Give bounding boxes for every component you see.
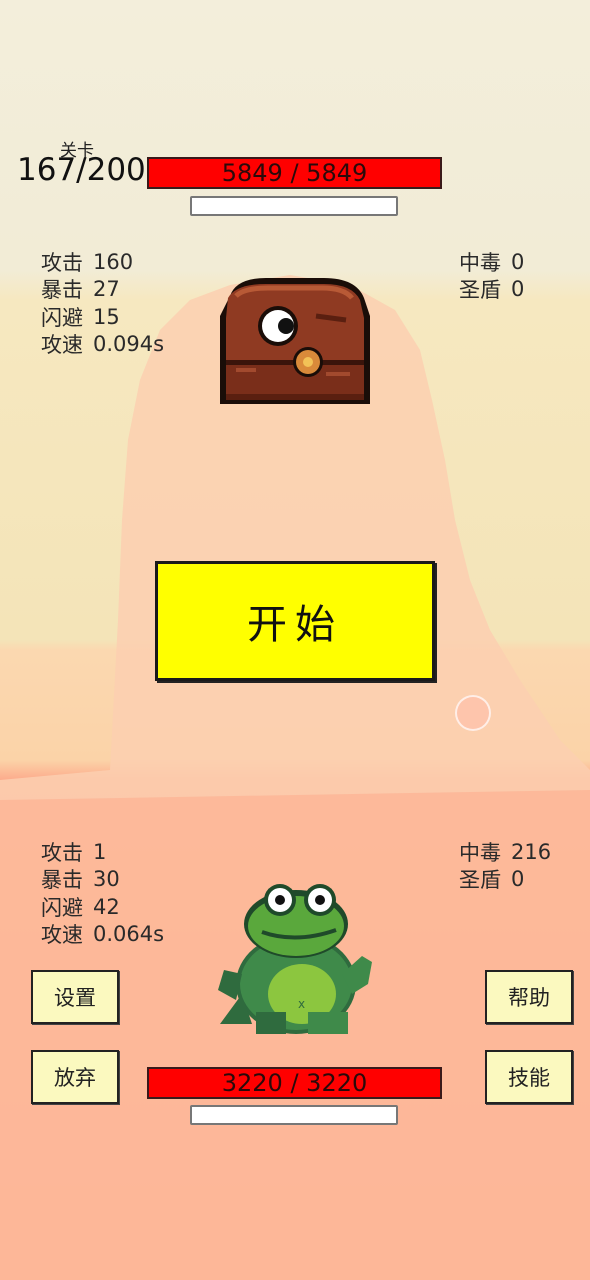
- stat-label: 闪避: [41, 305, 83, 330]
- svg-text:x: x: [298, 997, 305, 1011]
- frog-icon: x: [218, 884, 372, 1034]
- enemy-hp-bar: 5849 / 5849: [147, 157, 442, 189]
- stat-row: 闪避 42: [41, 893, 164, 921]
- stat-value: 30: [93, 867, 120, 892]
- stat-row: 圣盾 0: [459, 866, 551, 894]
- stat-label: 攻击: [41, 250, 83, 275]
- help-button[interactable]: 帮助: [485, 970, 573, 1024]
- stat-label: 中毒: [459, 840, 501, 865]
- stat-value: 42: [93, 894, 120, 919]
- stat-row: 攻击 160: [41, 248, 164, 276]
- give-up-button[interactable]: 放弃: [31, 1050, 119, 1104]
- touch-indicator: [455, 695, 491, 731]
- skills-button[interactable]: 技能: [485, 1050, 573, 1104]
- player-stats-left: 攻击 1 暴击 30 闪避 42 攻速 0.064s: [41, 838, 164, 948]
- stat-value: 0.064s: [93, 922, 165, 947]
- stat-label: 圣盾: [459, 868, 501, 893]
- stat-row: 攻速 0.094s: [41, 331, 164, 359]
- stat-value: 0.094s: [93, 332, 165, 357]
- stat-value: 216: [511, 839, 552, 864]
- battle-screen: 关卡 167/200 5849 / 5849 攻击 160 暴击 27 闪避 15 攻…: [0, 0, 590, 1280]
- stat-row: 攻击 1: [41, 838, 164, 866]
- start-button[interactable]: 开始: [155, 561, 435, 681]
- stat-label: 圣盾: [459, 278, 501, 303]
- treasure-chest-monster-icon: [220, 278, 370, 404]
- enemy-stats-right: 中毒 0 圣盾 0: [459, 248, 524, 303]
- settings-button[interactable]: 设置: [31, 970, 119, 1024]
- stat-label: 中毒: [459, 250, 501, 275]
- player-hp-bar: 3220 / 3220: [147, 1067, 442, 1099]
- player-stats-right: 中毒 216 圣盾 0: [459, 838, 551, 893]
- enemy-hp-text: 5849 / 5849: [221, 159, 368, 187]
- level-counter: 167/200: [17, 152, 146, 188]
- stat-value: 0: [511, 867, 525, 892]
- player-energy-bar: [190, 1105, 398, 1125]
- stat-value: 1: [93, 839, 107, 864]
- stat-label: 暴击: [41, 868, 83, 893]
- stat-value: 160: [93, 249, 134, 274]
- stat-row: 中毒 216: [459, 838, 551, 866]
- stat-label: 暴击: [41, 278, 83, 303]
- stat-row: 圣盾 0: [459, 276, 524, 304]
- stat-value: 0: [511, 277, 525, 302]
- stat-row: 攻速 0.064s: [41, 921, 164, 949]
- stat-value: 0: [511, 249, 525, 274]
- stat-value: 27: [93, 277, 120, 302]
- player-hp-text: 3220 / 3220: [221, 1069, 368, 1097]
- enemy-energy-bar: [190, 196, 398, 216]
- stat-value: 15: [93, 304, 120, 329]
- stat-row: 中毒 0: [459, 248, 524, 276]
- stat-row: 闪避 15: [41, 303, 164, 331]
- stat-row: 暴击 27: [41, 276, 164, 304]
- enemy-stats-left: 攻击 160 暴击 27 闪避 15 攻速 0.094s: [41, 248, 164, 358]
- stat-label: 攻速: [41, 923, 83, 948]
- stat-label: 闪避: [41, 895, 83, 920]
- stat-label: 攻速: [41, 333, 83, 358]
- stat-row: 暴击 30: [41, 866, 164, 894]
- stat-label: 攻击: [41, 840, 83, 865]
